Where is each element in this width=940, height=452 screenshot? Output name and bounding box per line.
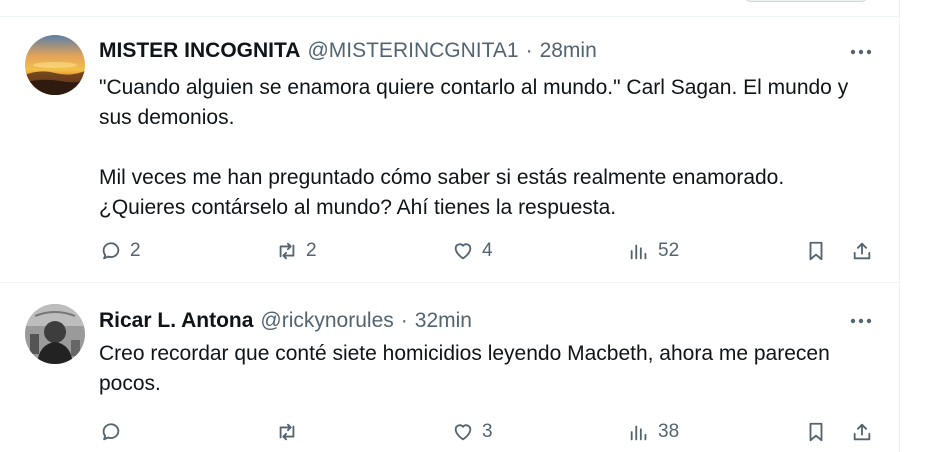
repost-count: 2 xyxy=(306,240,317,261)
like-count: 3 xyxy=(482,421,493,442)
like-button[interactable]: 4 xyxy=(452,240,493,262)
repost-button[interactable] xyxy=(276,421,306,443)
column-border xyxy=(899,0,900,452)
repost-button[interactable]: 2 xyxy=(276,240,317,262)
views-count: 38 xyxy=(658,421,680,442)
tweet-header: Ricar L. Antona @rickynorules · 32min xyxy=(99,307,472,335)
share-icon xyxy=(853,423,871,441)
tweet-text: Creo recordar que conté siete homicidios… xyxy=(99,339,869,399)
bookmark-button[interactable] xyxy=(805,240,827,262)
avatar-sunset-image xyxy=(25,35,85,95)
timestamp[interactable]: 28min xyxy=(540,39,597,63)
tweet-header: MISTER INCOGNITA @MISTERINCGNITA1 · 28mi… xyxy=(99,37,597,65)
bookmark-button[interactable] xyxy=(805,421,827,443)
reply-button[interactable] xyxy=(100,421,130,443)
author-name[interactable]: MISTER INCOGNITA xyxy=(99,39,300,63)
repost-icon xyxy=(279,242,295,260)
reply-icon xyxy=(102,242,120,260)
reply-button[interactable]: 2 xyxy=(100,240,141,262)
timestamp[interactable]: 32min xyxy=(415,309,472,333)
author-handle[interactable]: @MISTERINCGNITA1 xyxy=(307,39,518,63)
views-count: 52 xyxy=(658,240,680,261)
repost-icon xyxy=(279,423,295,441)
reply-count: 2 xyxy=(130,240,141,261)
views-icon xyxy=(630,244,647,260)
like-count: 4 xyxy=(482,240,493,261)
views-icon xyxy=(630,425,647,441)
share-button[interactable] xyxy=(851,240,873,262)
tweet-paragraph: Creo recordar que conté siete homicidios… xyxy=(99,342,830,395)
bookmark-icon xyxy=(809,422,823,442)
tweet[interactable]: MISTER INCOGNITA @MISTERINCGNITA1 · 28mi… xyxy=(0,17,899,283)
heart-icon xyxy=(454,424,472,441)
heart-icon xyxy=(454,243,472,260)
share-icon xyxy=(853,242,871,260)
top-button[interactable] xyxy=(744,0,868,2)
timeline: MISTER INCOGNITA @MISTERINCGNITA1 · 28mi… xyxy=(0,0,940,452)
tweet-text: "Cuando alguien se enamora quiere contar… xyxy=(99,73,869,223)
tweet-paragraph: Mil veces me han preguntado cómo saber s… xyxy=(99,166,785,219)
author-name[interactable]: Ricar L. Antona xyxy=(99,309,253,333)
avatar[interactable] xyxy=(25,35,85,95)
author-handle[interactable]: @rickynorules xyxy=(260,309,393,333)
separator: · xyxy=(400,309,408,332)
more-button[interactable] xyxy=(846,41,876,63)
tweet[interactable]: Ricar L. Antona @rickynorules · 32min Cr… xyxy=(0,284,899,452)
like-button[interactable]: 3 xyxy=(452,421,493,443)
more-button[interactable] xyxy=(846,310,876,332)
avatar[interactable] xyxy=(25,304,85,364)
more-icon xyxy=(850,49,872,55)
separator: · xyxy=(525,39,533,62)
more-icon xyxy=(850,318,872,324)
views-button[interactable]: 52 xyxy=(628,240,679,262)
bookmark-icon xyxy=(809,241,823,261)
reply-icon xyxy=(102,423,120,441)
views-button[interactable]: 38 xyxy=(628,421,679,443)
share-button[interactable] xyxy=(851,421,873,443)
avatar-photo-image xyxy=(25,304,85,364)
tweet-paragraph: "Cuando alguien se enamora quiere contar… xyxy=(99,76,849,129)
